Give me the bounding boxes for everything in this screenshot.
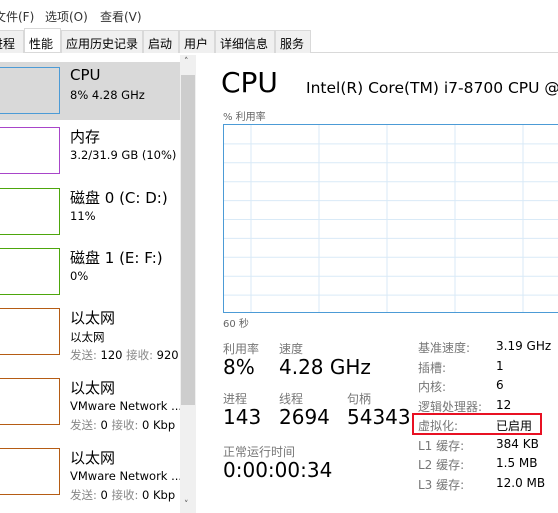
- scroll-up-icon[interactable]: ˄: [184, 57, 189, 67]
- send-label: 发送:: [70, 488, 97, 502]
- cpu-usage-graph: [223, 124, 558, 313]
- menu-options[interactable]: 选项(O): [45, 8, 88, 25]
- menu-bar: 文件(F) 选项(O) 查看(V): [0, 0, 558, 28]
- recv-value: 920: [156, 348, 179, 362]
- resource-list: CPU 8% 4.28 GHz 内存 3.2/31.9 GB (10%) 磁盘 …: [0, 55, 183, 513]
- handles-value: 54343: [347, 405, 411, 429]
- send-label: 发送:: [70, 348, 97, 362]
- tab-startup[interactable]: 启动: [143, 30, 179, 53]
- send-value: 0: [100, 418, 108, 432]
- item-subtitle: 0%: [70, 269, 89, 283]
- item-subtitle: 11%: [70, 209, 96, 223]
- spec-value: 3.19 GHz: [496, 339, 552, 353]
- sidebar-item[interactable]: 磁盘 1 (E: F:) 0%: [0, 243, 180, 303]
- mini-graph: [0, 188, 60, 235]
- spec-value: 1.5 MB: [496, 456, 538, 470]
- spec-label: 内核:: [418, 380, 447, 394]
- threads-value: 2694: [279, 405, 330, 429]
- item-title: 以太网: [70, 449, 116, 467]
- tab-services[interactable]: 服务: [275, 30, 311, 53]
- tab-performance[interactable]: 性能: [24, 28, 61, 52]
- spec-label: L1 缓存:: [418, 438, 465, 453]
- mini-graph: [0, 127, 60, 174]
- uptime-value: 0:00:00:34: [223, 458, 333, 482]
- item-subtitle: 以太网: [70, 330, 105, 344]
- processes-value: 143: [223, 405, 262, 429]
- item-throughput: 发送: 0 接收: 0 Kbp: [70, 487, 175, 503]
- spec-value: 已启用: [496, 419, 533, 433]
- mini-graph: [0, 248, 60, 295]
- spec-label: 基准速度:: [418, 341, 471, 355]
- sidebar-item[interactable]: 以太网 以太网发送: 120 接收: 920: [0, 303, 180, 373]
- cpu-model: Intel(R) Core(TM) i7-8700 CPU @: [306, 79, 558, 97]
- sidebar-item[interactable]: 内存 3.2/31.9 GB (10%): [0, 122, 180, 182]
- recv-label: 接收:: [111, 418, 139, 432]
- spec-value: 12.0 MB: [496, 475, 546, 490]
- spec-value: 6: [496, 378, 504, 392]
- sidebar-scrollbar[interactable]: ˄ ˅: [180, 55, 196, 513]
- mini-graph: [0, 67, 60, 114]
- spec-label: L3 缓存:: [418, 477, 465, 492]
- mini-graph: [0, 448, 60, 495]
- utilization-value: 8%: [223, 355, 255, 379]
- graph-label: % 利用率: [223, 112, 266, 123]
- tab-users[interactable]: 用户: [179, 30, 215, 53]
- item-title: 以太网: [70, 379, 116, 397]
- tab-bar: 进程 性能 应用历史记录 启动 用户 详细信息 服务: [0, 28, 558, 53]
- item-title: 内存: [70, 128, 101, 146]
- spec-value: 384 KB: [496, 436, 539, 451]
- sidebar-item[interactable]: CPU 8% 4.28 GHz: [0, 62, 180, 120]
- spec-value: 12: [496, 397, 512, 412]
- item-throughput: 发送: 0 接收: 0 Kbp: [70, 417, 175, 433]
- recv-label: 接收:: [111, 488, 139, 502]
- tab-app-history[interactable]: 应用历史记录: [61, 30, 143, 53]
- spec-label: 逻辑处理器:: [418, 399, 483, 414]
- scroll-down-icon[interactable]: ˅: [184, 500, 189, 510]
- item-throughput: 发送: 120 接收: 920: [70, 347, 179, 363]
- item-subtitle: VMware Network ...: [70, 469, 183, 483]
- sidebar-item[interactable]: 以太网 VMware Network ... 发送: 0 接收: 0 Kbp: [0, 443, 183, 513]
- spec-label: 插槽:: [418, 360, 447, 375]
- send-value: 120: [100, 348, 123, 362]
- item-title: 磁盘 0 (C: D:): [70, 189, 168, 207]
- graph-time-label: 60 秒: [223, 319, 249, 330]
- spec-value: 1: [496, 358, 504, 373]
- send-label: 发送:: [70, 418, 97, 432]
- menu-view[interactable]: 查看(V): [100, 8, 142, 25]
- page-title: CPU: [221, 66, 278, 99]
- item-subtitle: 8% 4.28 GHz: [70, 88, 145, 102]
- graph-gridlines: [224, 125, 558, 312]
- sidebar-item[interactable]: 磁盘 0 (C: D:) 11%: [0, 183, 180, 243]
- speed-value: 4.28 GHz: [279, 355, 371, 379]
- sidebar-item[interactable]: 以太网 VMware Network ... 发送: 0 接收: 0 Kbp: [0, 373, 183, 443]
- item-subtitle: VMware Network ...: [70, 399, 183, 413]
- recv-label: 接收:: [126, 348, 154, 362]
- tab-details[interactable]: 详细信息: [215, 30, 275, 53]
- item-subtitle: 3.2/31.9 GB (10%): [70, 148, 177, 162]
- item-title: 以太网: [70, 309, 116, 327]
- mini-graph: [0, 308, 60, 355]
- item-title: 磁盘 1 (E: F:): [70, 249, 163, 267]
- menu-file[interactable]: 文件(F): [0, 8, 34, 25]
- spec-label: 虚拟化:: [418, 419, 459, 433]
- scrollbar-thumb[interactable]: [181, 75, 195, 405]
- send-value: 0: [100, 488, 108, 502]
- item-title: CPU: [70, 66, 101, 84]
- recv-value: 0 Kbp: [142, 488, 176, 502]
- recv-value: 0 Kbp: [142, 418, 176, 432]
- spec-label: L2 缓存:: [418, 458, 465, 472]
- mini-graph: [0, 378, 60, 425]
- tab-processes[interactable]: 进程: [0, 30, 24, 53]
